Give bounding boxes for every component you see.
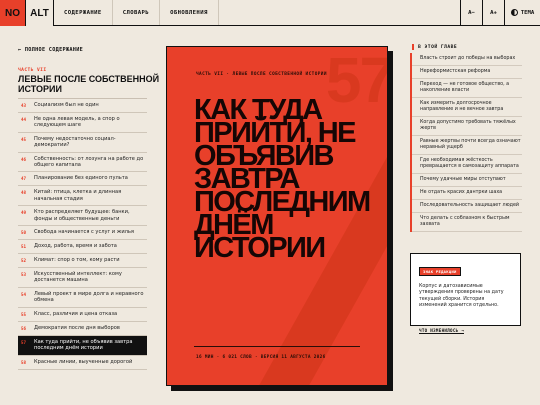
in-chapter-item[interactable]: Не отдать красих дантрки шаха bbox=[412, 187, 522, 200]
editorial-tag: ЗНАК РЕДАКЦИИ bbox=[419, 267, 461, 276]
in-chapter-item[interactable]: Что делать с соблазном к быстрым захвата bbox=[412, 213, 522, 232]
toc-item-number: 50 bbox=[21, 230, 27, 236]
toc-item-label: Класс, различия и цена отказа bbox=[34, 310, 118, 317]
what-changed-link[interactable]: ЧТО ИЗМЕНИЛОСЬ → bbox=[419, 328, 465, 334]
toc-item[interactable]: 49 Кто распределяет будущее: банки, фонды… bbox=[18, 206, 147, 227]
font-larger-button[interactable]: A+ bbox=[482, 0, 504, 25]
toc-item-number: 45 bbox=[21, 136, 27, 142]
toc-item[interactable]: 57 Как туда прийти, не объявив завтра пос… bbox=[18, 335, 147, 356]
theme-label: ТЕМА bbox=[520, 9, 535, 16]
toc-item-label: Кто распределяет будущее: банки, фонды и… bbox=[34, 209, 130, 222]
toc-item[interactable]: 50 Свобода начинается с услуг и жилья bbox=[18, 226, 147, 241]
in-chapter-item[interactable]: Последовательность защищает людей bbox=[412, 200, 522, 213]
toc-item-label: Левый проект в мире долга и неравного об… bbox=[34, 290, 144, 304]
toc-item-number: 47 bbox=[21, 176, 27, 182]
top-bar: NO ALT СОДЕРЖАНИЕ СЛОВАРЬ ОБНОВЛЕНИЯ A− … bbox=[0, 0, 540, 26]
toc-item[interactable]: 58 Красные линии, выученные дорогой bbox=[18, 356, 147, 370]
logo-alt[interactable]: ALT bbox=[26, 0, 54, 26]
toc-item[interactable]: 48 Китай: птица, клетка и длинная начальн… bbox=[18, 186, 147, 207]
toc-item-number: 57 bbox=[21, 339, 27, 345]
chapter-number: ЧАСТЬ VII bbox=[18, 68, 47, 73]
in-chapter-item[interactable]: Почему удачные миры отступают bbox=[412, 174, 522, 187]
toc-item[interactable]: 55 Класс, различия и цена отказа bbox=[18, 308, 147, 322]
in-chapter-item[interactable]: Где необходимая жёсткость превращается в… bbox=[412, 155, 522, 174]
in-chapter-item[interactable]: Равные жертвы почти всегда означают нера… bbox=[412, 136, 522, 155]
toc-item-label: Доход, работа, время и забота bbox=[34, 243, 117, 250]
toc-item-label: Искусственный интеллект: кому достанется… bbox=[34, 271, 122, 284]
theme-toggle-button[interactable]: ТЕМА bbox=[504, 0, 540, 25]
in-chapter-heading: В ЭТОЙ ГЛАВЕ bbox=[412, 44, 457, 50]
toc-item-label: Собственность: от лозунга на работе до о… bbox=[34, 155, 144, 169]
toc-item-label: Почему недостаточно социал-демократии? bbox=[34, 135, 116, 149]
toc-item[interactable]: 53 Искусственный интеллект: кому достанет… bbox=[18, 268, 147, 288]
in-chapter-item[interactable]: Нереформистская реформа bbox=[412, 66, 522, 79]
back-to-contents-link[interactable]: ← ПОЛНОЕ СОДЕРЖАНИЕ bbox=[18, 47, 83, 53]
nav-contents[interactable]: СОДЕРЖАНИЕ bbox=[54, 0, 113, 25]
toc-item-number: 54 bbox=[21, 291, 27, 297]
toc-item-label: Климат: спор о том, кому расти bbox=[34, 257, 120, 264]
toc-item-label: Не одна левая модель, а спор о следующем… bbox=[34, 116, 120, 129]
toc-item-label: Красные линии, выученные дорогой bbox=[34, 358, 133, 365]
toc-item[interactable]: 52 Климат: спор о том, кому расти bbox=[18, 254, 147, 269]
chapter-poster: 57 ЧАСТЬ VII · ЛЕВЫЕ ПОСЛЕ СОБСТВЕННОЙ И… bbox=[166, 46, 388, 386]
toc-item-number: 58 bbox=[21, 359, 27, 365]
poster-meta: 16 МИН · 6 021 СЛОВ · ВЕРСИЯ 11 АВГУСТА … bbox=[196, 355, 326, 360]
toc-item[interactable]: 54 Левый проект в мире долга и неравного … bbox=[18, 288, 147, 308]
toc-item-number: 53 bbox=[21, 272, 27, 278]
toc-item-label: Как туда прийти, не объявив завтра после… bbox=[34, 338, 133, 352]
toc-item-label: Демократия после дня выборов bbox=[34, 324, 120, 331]
toc-item[interactable]: 46 Собственность: от лозунга на работе до… bbox=[18, 153, 147, 173]
toc-item-number: 55 bbox=[21, 311, 27, 317]
nav-updates[interactable]: ОБНОВЛЕНИЯ bbox=[160, 0, 219, 25]
top-controls: A− A+ ТЕМА bbox=[460, 0, 540, 25]
half-circle-icon bbox=[510, 9, 518, 16]
toc-item-number: 49 bbox=[21, 210, 27, 216]
chapter-title: ЛЕВЫЕ ПОСЛЕ СОБСТВЕННОЙ ИСТОРИИ bbox=[18, 74, 160, 94]
in-chapter-item[interactable]: Власть строит до победы на выборах bbox=[412, 53, 522, 66]
in-chapter-item[interactable]: Когда допустимо требовать тяжёлых жертв bbox=[412, 117, 522, 136]
main-nav: СОДЕРЖАНИЕ СЛОВАРЬ ОБНОВЛЕНИЯ bbox=[54, 0, 219, 25]
toc-item-number: 43 bbox=[21, 103, 27, 108]
toc-item-number: 44 bbox=[21, 117, 27, 122]
toc-item-label: Социализм был не один bbox=[34, 102, 99, 108]
toc-item[interactable]: 51 Доход, работа, время и забота bbox=[18, 240, 147, 255]
font-smaller-button[interactable]: A− bbox=[460, 0, 482, 25]
toc-item-number: 46 bbox=[21, 156, 27, 162]
toc-item[interactable]: 45 Почему недостаточно социал-демократии? bbox=[18, 133, 147, 153]
nav-glossary[interactable]: СЛОВАРЬ bbox=[113, 0, 161, 25]
in-chapter-item[interactable]: Как измерить долгосрочное направление и … bbox=[412, 98, 522, 117]
toc-item-label: Китай: птица, клетка и длинная начальная… bbox=[34, 189, 122, 202]
editorial-note-card: ЗНАК РЕДАКЦИИ Корпус и датозависимые утв… bbox=[410, 253, 521, 334]
in-chapter-label: В ЭТОЙ ГЛАВЕ bbox=[418, 44, 458, 50]
poster-title: КАК ТУДА ПРИЙТИ, НЕ ОБЪЯВИВ ЗАВТРА ПОСЛЕ… bbox=[194, 94, 371, 264]
toc-item[interactable]: 56 Демократия после дня выборов bbox=[18, 322, 147, 336]
toc-item-number: 51 bbox=[21, 244, 27, 250]
logo-no[interactable]: NO bbox=[0, 0, 26, 26]
poster-divider bbox=[194, 346, 360, 347]
toc-item-number: 56 bbox=[21, 325, 27, 331]
toc-item-number: 48 bbox=[21, 190, 27, 196]
toc-item[interactable]: 43 Социализм был не один bbox=[18, 99, 147, 113]
poster-top-line: ЧАСТЬ VII · ЛЕВЫЕ ПОСЛЕ СОБСТВЕННОЙ ИСТО… bbox=[196, 72, 327, 77]
chapter-toc: 43 Социализм был не один 44 Не одна левая м… bbox=[18, 98, 147, 370]
in-chapter-list: Власть строит до победы на выборах Нерефо… bbox=[410, 53, 522, 232]
in-chapter-item[interactable]: Переход — не готовое общество, а накопле… bbox=[412, 79, 522, 98]
toc-item-number: 52 bbox=[21, 258, 27, 264]
toc-item[interactable]: 47 Планирование без единого пульта bbox=[18, 172, 147, 187]
editorial-body: Корпус и датозависимые утверждения прове… bbox=[419, 284, 504, 309]
toc-item[interactable]: 44 Не одна левая модель, а спор о следующ… bbox=[18, 113, 147, 133]
toc-item-label: Свобода начинается с услуг и жилья bbox=[34, 229, 134, 236]
accent-bar bbox=[412, 44, 414, 50]
toc-item-label: Планирование без единого пульта bbox=[34, 175, 128, 182]
